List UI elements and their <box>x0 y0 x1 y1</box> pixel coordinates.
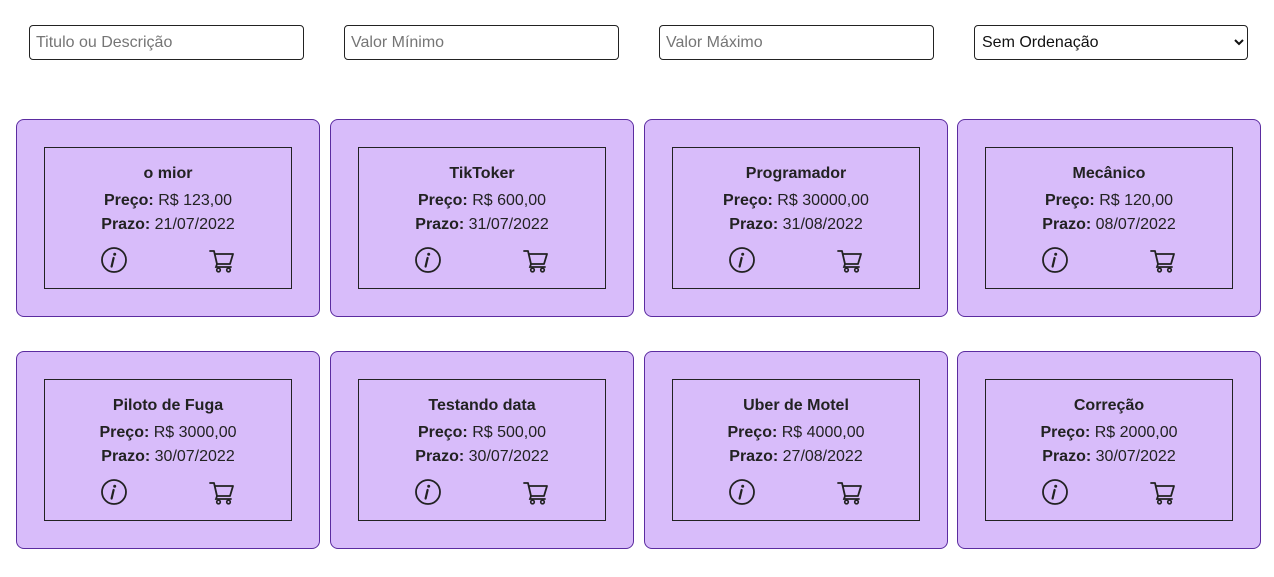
job-card: Testando data Preço: R$ 500,00 Prazo: 30… <box>330 351 634 549</box>
price-value: R$ 3000,00 <box>153 424 237 441</box>
deadline-label: Prazo: <box>1042 216 1092 233</box>
price-label: Preço: <box>1040 424 1091 441</box>
job-card: Mecânico Preço: R$ 120,00 Prazo: 08/07/2… <box>957 119 1261 317</box>
job-deadline: Prazo: 27/08/2022 <box>673 448 919 466</box>
price-value: R$ 4000,00 <box>781 424 865 441</box>
cart-icon[interactable] <box>522 478 550 506</box>
job-price: Preço: R$ 3000,00 <box>45 424 291 442</box>
job-title: TikToker <box>449 165 515 182</box>
job-deadline: Prazo: 30/07/2022 <box>986 448 1232 466</box>
deadline-value: 08/07/2022 <box>1095 216 1176 233</box>
job-price: Preço: R$ 30000,00 <box>673 192 919 210</box>
cart-icon[interactable] <box>522 246 550 274</box>
job-deadline: Prazo: 31/07/2022 <box>359 216 605 234</box>
job-deadline: Prazo: 30/07/2022 <box>359 448 605 466</box>
price-value: R$ 600,00 <box>472 192 547 209</box>
info-icon[interactable] <box>728 246 756 274</box>
job-title: Testando data <box>428 397 536 414</box>
price-value: R$ 30000,00 <box>777 192 869 209</box>
job-card-content: Uber de Motel Preço: R$ 4000,00 Prazo: 2… <box>672 379 920 521</box>
min-value-input[interactable] <box>344 25 619 60</box>
deadline-label: Prazo: <box>1042 448 1092 465</box>
price-value: R$ 2000,00 <box>1094 424 1178 441</box>
price-value: R$ 120,00 <box>1099 192 1174 209</box>
job-card: Programador Preço: R$ 30000,00 Prazo: 31… <box>644 119 948 317</box>
info-icon[interactable] <box>414 246 442 274</box>
info-icon[interactable] <box>100 246 128 274</box>
sort-select[interactable]: Sem Ordenação <box>974 25 1248 60</box>
price-label: Preço: <box>1044 192 1095 209</box>
deadline-label: Prazo: <box>101 448 151 465</box>
job-deadline: Prazo: 08/07/2022 <box>986 216 1232 234</box>
deadline-value: 21/07/2022 <box>154 216 235 233</box>
search-input[interactable] <box>29 25 304 60</box>
deadline-label: Prazo: <box>415 448 465 465</box>
deadline-value: 27/08/2022 <box>782 448 863 465</box>
job-title: Correção <box>1073 397 1145 414</box>
cart-icon[interactable] <box>208 246 236 274</box>
cart-icon[interactable] <box>1149 478 1177 506</box>
job-price: Preço: R$ 4000,00 <box>673 424 919 442</box>
cart-icon[interactable] <box>1149 246 1177 274</box>
job-card-content: o mior Preço: R$ 123,00 Prazo: 21/07/202… <box>44 147 292 289</box>
cart-icon[interactable] <box>208 478 236 506</box>
job-deadline: Prazo: 30/07/2022 <box>45 448 291 466</box>
job-deadline: Prazo: 31/08/2022 <box>673 216 919 234</box>
cart-icon[interactable] <box>836 478 864 506</box>
price-value: R$ 500,00 <box>472 424 547 441</box>
job-title: Piloto de Fuga <box>112 397 224 414</box>
job-title: Uber de Motel <box>743 397 849 414</box>
deadline-label: Prazo: <box>415 216 465 233</box>
job-price: Preço: R$ 600,00 <box>359 192 605 210</box>
job-card-content: Correção Preço: R$ 2000,00 Prazo: 30/07/… <box>985 379 1233 521</box>
job-card-content: Testando data Preço: R$ 500,00 Prazo: 30… <box>358 379 606 521</box>
job-price: Preço: R$ 120,00 <box>986 192 1232 210</box>
job-card-content: TikToker Preço: R$ 600,00 Prazo: 31/07/2… <box>358 147 606 289</box>
info-icon[interactable] <box>100 478 128 506</box>
job-card: Uber de Motel Preço: R$ 4000,00 Prazo: 2… <box>644 351 948 549</box>
deadline-label: Prazo: <box>729 448 779 465</box>
deadline-value: 31/07/2022 <box>468 216 549 233</box>
job-card: Piloto de Fuga Preço: R$ 3000,00 Prazo: … <box>16 351 320 549</box>
job-title: Programador <box>745 165 847 182</box>
deadline-label: Prazo: <box>101 216 151 233</box>
info-icon[interactable] <box>728 478 756 506</box>
price-label: Preço: <box>103 192 154 209</box>
deadline-value: 30/07/2022 <box>1095 448 1176 465</box>
job-card: o mior Preço: R$ 123,00 Prazo: 21/07/202… <box>16 119 320 317</box>
job-card-content: Programador Preço: R$ 30000,00 Prazo: 31… <box>672 147 920 289</box>
price-label: Preço: <box>417 424 468 441</box>
info-icon[interactable] <box>414 478 442 506</box>
deadline-value: 30/07/2022 <box>468 448 549 465</box>
cart-icon[interactable] <box>836 246 864 274</box>
deadline-value: 30/07/2022 <box>154 448 235 465</box>
max-value-input[interactable] <box>659 25 934 60</box>
deadline-value: 31/08/2022 <box>782 216 863 233</box>
job-deadline: Prazo: 21/07/2022 <box>45 216 291 234</box>
price-value: R$ 123,00 <box>158 192 233 209</box>
price-label: Preço: <box>727 424 778 441</box>
price-label: Preço: <box>723 192 773 209</box>
deadline-label: Prazo: <box>729 216 779 233</box>
job-card: Correção Preço: R$ 2000,00 Prazo: 30/07/… <box>957 351 1261 549</box>
job-price: Preço: R$ 2000,00 <box>986 424 1232 442</box>
filter-bar: Sem Ordenação <box>0 0 1274 80</box>
job-title: o mior <box>143 165 193 182</box>
price-label: Preço: <box>99 424 150 441</box>
job-price: Preço: R$ 500,00 <box>359 424 605 442</box>
job-title: Mecânico <box>1072 165 1146 182</box>
job-card-content: Mecânico Preço: R$ 120,00 Prazo: 08/07/2… <box>985 147 1233 289</box>
price-label: Preço: <box>417 192 468 209</box>
info-icon[interactable] <box>1041 246 1069 274</box>
job-card: TikToker Preço: R$ 600,00 Prazo: 31/07/2… <box>330 119 634 317</box>
job-price: Preço: R$ 123,00 <box>45 192 291 210</box>
job-card-content: Piloto de Fuga Preço: R$ 3000,00 Prazo: … <box>44 379 292 521</box>
info-icon[interactable] <box>1041 478 1069 506</box>
